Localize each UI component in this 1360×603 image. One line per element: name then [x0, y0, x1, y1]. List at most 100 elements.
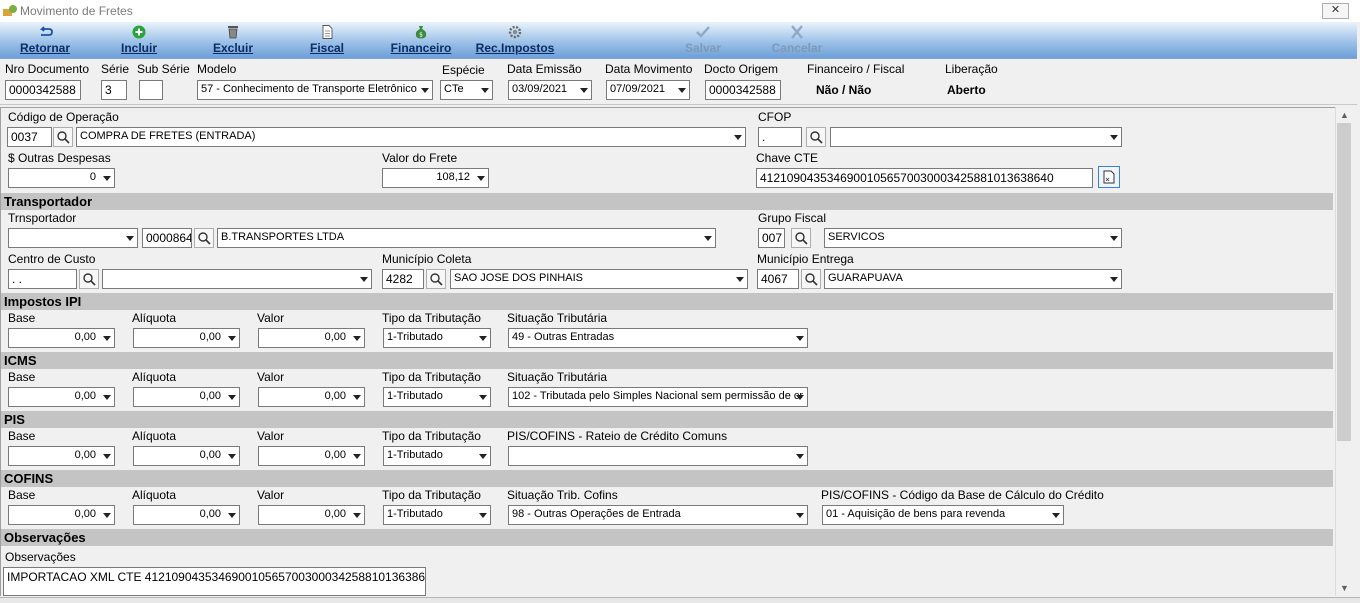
outras-despesas-field[interactable]: 0 [8, 168, 115, 188]
cofins-codigo-base-select[interactable]: 01 - Aquisição de bens para revenda [822, 505, 1064, 525]
chevron-down-icon [228, 336, 236, 341]
chevron-down-icon [736, 277, 744, 282]
data-emissao-field[interactable]: 03/09/2021 [508, 80, 592, 100]
search-municipio-entrega-button[interactable] [801, 269, 821, 289]
cofins-aliquota-field[interactable]: 0,00 [133, 505, 240, 525]
centro-custo-select[interactable] [102, 269, 372, 289]
scroll-thumb[interactable] [1337, 123, 1351, 441]
rec-impostos-button[interactable]: Rec.Impostos [474, 22, 556, 59]
ipi-situacao-label: Situação Tributária [507, 311, 608, 325]
transportador-type-select[interactable] [8, 228, 138, 248]
financeiro-button[interactable]: $ Financeiro [388, 22, 454, 59]
pis-tipo-select[interactable]: 1-Tributado [383, 446, 491, 466]
chave-cte-field[interactable]: 4121090435346900105657003000342588101363… [756, 168, 1093, 188]
cofins-base-label: Base [8, 488, 36, 502]
especie-select[interactable]: CTe [440, 80, 493, 100]
observacoes-label: Observações [5, 550, 76, 564]
scroll-down-icon[interactable]: ▼ [1336, 580, 1353, 596]
ipi-valor-field[interactable]: 0,00 [258, 328, 365, 348]
search-centro-custo-button[interactable] [79, 269, 99, 289]
cancelar-label: Cancelar [771, 41, 823, 55]
icms-aliquota-label: Alíquota [132, 370, 177, 384]
icms-situacao-select[interactable]: 102 - Tributada pelo Simples Nacional se… [508, 387, 808, 407]
salvar-label: Salvar [684, 41, 722, 55]
document-icon [322, 25, 333, 39]
cancelar-button[interactable]: Cancelar [768, 22, 826, 59]
serie-label: Série [101, 62, 130, 76]
docto-origem-field[interactable]: 0000342588 [705, 80, 781, 100]
municipio-coleta-select[interactable]: SAO JOSE DOS PINHAIS [450, 269, 748, 289]
ipi-base-field[interactable]: 0,00 [8, 328, 115, 348]
grupo-fiscal-codigo-field[interactable]: 007 [758, 228, 785, 248]
cofins-situacao-select[interactable]: 98 - Outras Operações de Entrada [508, 505, 808, 525]
section-pis: PIS [1, 411, 1333, 428]
municipio-coleta-codigo-field[interactable]: 4282 [382, 269, 424, 289]
close-button[interactable]: ✕ [1322, 3, 1349, 19]
observacoes-textarea[interactable]: IMPORTACAO XML CTE 412109043534690010565… [3, 567, 426, 596]
search-grupo-fiscal-button[interactable] [791, 228, 811, 248]
ipi-aliquota-field[interactable]: 0,00 [133, 328, 240, 348]
search-municipio-coleta-button[interactable] [426, 269, 446, 289]
nro-documento-field[interactable]: 0000342588 [5, 80, 81, 100]
chevron-down-icon [353, 513, 361, 518]
valor-frete-field[interactable]: 108,12 [382, 168, 489, 188]
icms-valor-field[interactable]: 0,00 [258, 387, 365, 407]
cofins-valor-value: 0,00 [324, 508, 346, 520]
chevron-down-icon [103, 176, 111, 181]
salvar-button[interactable]: Salvar [678, 22, 728, 59]
section-icms: ICMS [1, 352, 1333, 369]
icms-aliquota-field[interactable]: 0,00 [133, 387, 240, 407]
search-cfop-button[interactable] [806, 127, 826, 147]
trash-icon [228, 26, 238, 39]
pis-base-field[interactable]: 0,00 [8, 446, 115, 466]
money-bag-icon: $ [415, 26, 427, 39]
fiscal-button[interactable]: Fiscal [302, 22, 352, 59]
cfop-field[interactable]: . [758, 127, 802, 147]
especie-value: CTe [444, 83, 464, 95]
search-transportador-button[interactable] [194, 228, 214, 248]
search-operacao-button[interactable] [53, 127, 73, 147]
search-icon [57, 131, 70, 144]
cofins-tipo-select[interactable]: 1-Tributado [383, 505, 491, 525]
scroll-up-icon[interactable]: ▲ [1336, 107, 1353, 123]
serie-field[interactable]: 3 [101, 80, 127, 100]
data-movimento-field[interactable]: 07/09/2021 [606, 80, 690, 100]
outras-despesas-value: 0 [89, 171, 96, 183]
operacao-select[interactable]: COMPRA DE FRETES (ENTRADA) [76, 127, 746, 147]
chave-cte-label: Chave CTE [756, 151, 819, 165]
window-title: Movimento de Fretes [20, 4, 133, 18]
municipio-entrega-codigo-field[interactable]: 4067 [757, 269, 799, 289]
chevron-down-icon [103, 395, 111, 400]
incluir-button[interactable]: Incluir [112, 22, 166, 59]
vertical-scrollbar[interactable]: ▲ ▼ [1335, 107, 1352, 596]
sub-serie-field[interactable] [139, 80, 163, 100]
chevron-down-icon [360, 277, 368, 282]
excluir-label: Excluir [212, 41, 254, 55]
transportador-codigo-field[interactable]: 0000864 [142, 228, 192, 248]
ipi-valor-label: Valor [257, 311, 285, 325]
transportador-select[interactable]: B.TRANSPORTES LTDA [217, 228, 716, 248]
cfop-select[interactable] [830, 127, 1122, 147]
ipi-situacao-select[interactable]: 49 - Outras Entradas [508, 328, 808, 348]
modelo-select[interactable]: 57 - Conhecimento de Transporte Eletrôni… [197, 80, 433, 100]
cofins-valor-field[interactable]: 0,00 [258, 505, 365, 525]
centro-custo-field[interactable]: . . [8, 269, 77, 289]
pis-valor-field[interactable]: 0,00 [258, 446, 365, 466]
cofins-base-field[interactable]: 0,00 [8, 505, 115, 525]
codigo-operacao-field[interactable]: 0037 [7, 127, 52, 147]
icms-tipo-select[interactable]: 1-Tributado [383, 387, 491, 407]
search-icon [430, 273, 443, 286]
grupo-fiscal-select[interactable]: SERVICOS [824, 228, 1122, 248]
pis-valor-value: 0,00 [324, 449, 346, 461]
icms-valor-label: Valor [257, 370, 285, 384]
retornar-button[interactable]: Retornar [14, 22, 76, 59]
pis-aliquota-field[interactable]: 0,00 [133, 446, 240, 466]
icms-base-field[interactable]: 0,00 [8, 387, 115, 407]
ipi-tipo-select[interactable]: 1-Tributado [383, 328, 491, 348]
chave-cte-lookup-button[interactable] [1098, 166, 1120, 188]
municipio-entrega-select[interactable]: GUARAPUAVA [824, 269, 1122, 289]
search-icon [83, 273, 96, 286]
chevron-down-icon [103, 454, 111, 459]
pis-rateio-select[interactable] [508, 446, 808, 466]
excluir-button[interactable]: Excluir [206, 22, 260, 59]
